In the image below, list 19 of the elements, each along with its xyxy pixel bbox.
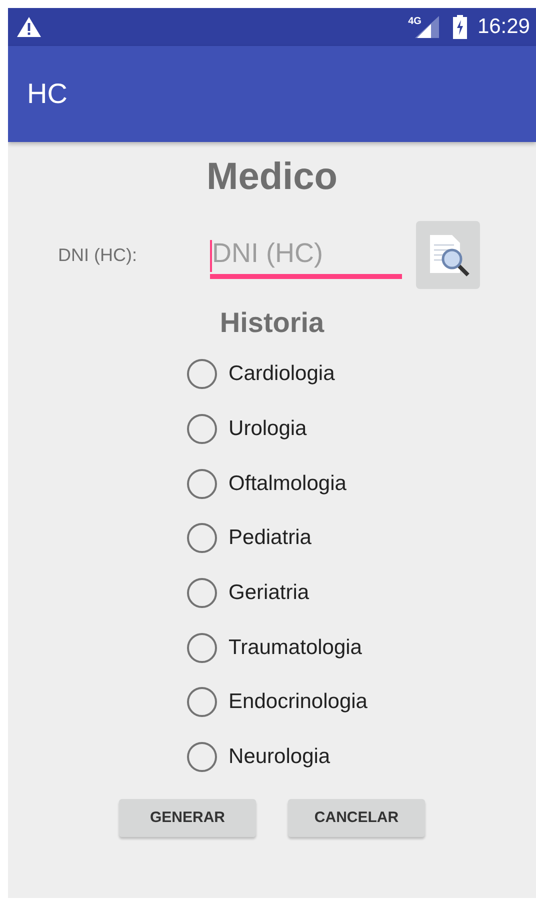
warning-icon	[16, 16, 42, 38]
radio-option[interactable]: Oftalmologia	[186, 456, 368, 512]
app-title: HC	[27, 78, 68, 110]
action-button[interactable]: CANCELAR	[288, 798, 425, 836]
radio-option[interactable]: Geriatria	[186, 566, 368, 620]
radio-option[interactable]: Pediatria	[186, 511, 368, 566]
battery-icon	[453, 15, 468, 39]
action-button[interactable]: GENERAR	[119, 798, 256, 836]
field-label: DNI (HC):	[58, 244, 138, 266]
clock: 16:29	[477, 15, 530, 39]
page-heading: Medico	[206, 156, 338, 199]
network-label: 4G	[408, 16, 422, 27]
radio-option[interactable]: Cardiologia	[186, 347, 368, 402]
search-button[interactable]	[416, 221, 480, 289]
radio-option[interactable]: Traumatologia	[186, 620, 368, 676]
section-heading: Historia	[220, 307, 324, 339]
radio-option[interactable]: Neurologia	[186, 730, 368, 784]
radio-option[interactable]: Urologia	[186, 402, 368, 456]
radio-option[interactable]: Endocrinologia	[186, 675, 368, 730]
